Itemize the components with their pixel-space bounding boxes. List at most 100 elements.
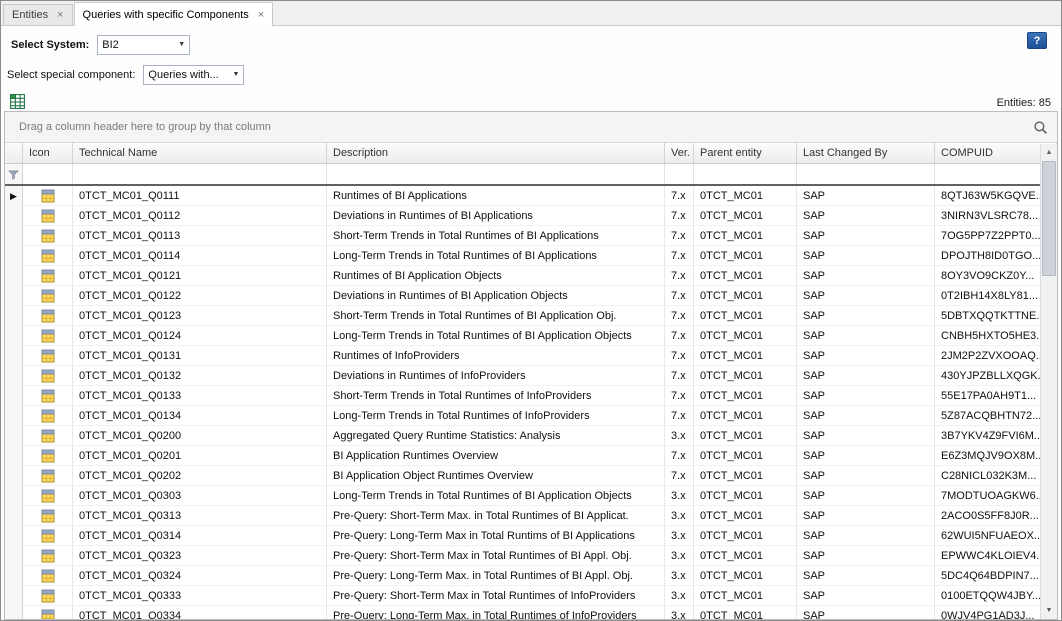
table-row[interactable]: ▶ 0TCT_MC01_Q0121 Runtimes of BI Applica… xyxy=(5,266,1057,286)
column-header-icon[interactable]: Icon xyxy=(23,143,73,163)
scroll-down-icon[interactable]: ▼ xyxy=(1041,602,1057,619)
row-icon-cell xyxy=(23,586,73,606)
tab-queries-close-icon[interactable]: × xyxy=(258,10,264,20)
row-indicator: ▶ xyxy=(5,226,23,246)
cell-technical-name: 0TCT_MC01_Q0200 xyxy=(73,426,327,446)
cell-compuid: 55E17PA0AH9T1... xyxy=(935,386,1057,406)
cell-description: Pre-Query: Short-Term Max in Total Runti… xyxy=(327,586,665,606)
row-indicator: ▶ xyxy=(5,426,23,446)
table-row[interactable]: ▶ 0TCT_MC01_Q0324 Pre-Query: Long-Term M… xyxy=(5,566,1057,586)
cell-technical-name: 0TCT_MC01_Q0201 xyxy=(73,446,327,466)
filter-cell-technical-name[interactable] xyxy=(73,164,327,184)
query-icon xyxy=(41,449,55,463)
table-row[interactable]: ▶ 0TCT_MC01_Q0201 BI Application Runtime… xyxy=(5,446,1057,466)
cell-version: 3.x xyxy=(665,526,694,546)
table-row[interactable]: ▶ 0TCT_MC01_Q0122 Deviations in Runtimes… xyxy=(5,286,1057,306)
system-combo[interactable]: BI2 ▼ xyxy=(97,35,190,55)
cell-parent-entity: 0TCT_MC01 xyxy=(694,366,797,386)
table-row[interactable]: ▶ 0TCT_MC01_Q0123 Short-Term Trends in T… xyxy=(5,306,1057,326)
cell-last-changed-by: SAP xyxy=(797,386,935,406)
table-row[interactable]: ▶ 0TCT_MC01_Q0334 Pre-Query: Long-Term M… xyxy=(5,606,1057,619)
filter-cell-compuid[interactable] xyxy=(935,164,1057,184)
tab-queries-label: Queries with specific Components xyxy=(83,9,249,21)
cell-compuid: 2ACO0S5FF8J0R... xyxy=(935,506,1057,526)
component-combo[interactable]: Queries with... ▼ xyxy=(143,65,244,85)
table-row[interactable]: ▶ 0TCT_MC01_Q0111 Runtimes of BI Applica… xyxy=(5,186,1057,206)
table-row[interactable]: ▶ 0TCT_MC01_Q0323 Pre-Query: Short-Term … xyxy=(5,546,1057,566)
table-row[interactable]: ▶ 0TCT_MC01_Q0134 Long-Term Trends in To… xyxy=(5,406,1057,426)
filter-funnel-icon xyxy=(8,169,19,180)
cell-version: 7.x xyxy=(665,226,694,246)
help-button[interactable]: ? xyxy=(1027,32,1047,49)
filter-cell-version[interactable] xyxy=(665,164,694,184)
column-header-compuid[interactable]: COMPUID xyxy=(935,143,1057,163)
column-header-parent-entity[interactable]: Parent entity xyxy=(694,143,797,163)
cell-parent-entity: 0TCT_MC01 xyxy=(694,286,797,306)
cell-description: Pre-Query: Long-Term Max in Total Runtim… xyxy=(327,526,665,546)
column-header-technical-name[interactable]: Technical Name xyxy=(73,143,327,163)
table-row[interactable]: ▶ 0TCT_MC01_Q0133 Short-Term Trends in T… xyxy=(5,386,1057,406)
query-icon xyxy=(41,289,55,303)
cell-parent-entity: 0TCT_MC01 xyxy=(694,446,797,466)
entities-count: Entities: 85 xyxy=(997,97,1051,109)
query-icon xyxy=(41,329,55,343)
table-row[interactable]: ▶ 0TCT_MC01_Q0131 Runtimes of InfoProvid… xyxy=(5,346,1057,366)
row-icon-cell xyxy=(23,366,73,386)
table-row[interactable]: ▶ 0TCT_MC01_Q0132 Deviations in Runtimes… xyxy=(5,366,1057,386)
column-header-version[interactable]: Ver. xyxy=(665,143,694,163)
table-row[interactable]: ▶ 0TCT_MC01_Q0202 BI Application Object … xyxy=(5,466,1057,486)
row-icon-cell xyxy=(23,546,73,566)
query-icon xyxy=(41,569,55,583)
tab-entities-close-icon[interactable]: × xyxy=(57,10,63,20)
cell-last-changed-by: SAP xyxy=(797,346,935,366)
tab-entities[interactable]: Entities × xyxy=(3,4,73,25)
filter-cell-description[interactable] xyxy=(327,164,665,184)
query-icon xyxy=(41,429,55,443)
query-icon xyxy=(41,189,55,203)
cell-last-changed-by: SAP xyxy=(797,546,935,566)
filter-cell-last-changed-by[interactable] xyxy=(797,164,935,184)
table-row[interactable]: ▶ 0TCT_MC01_Q0333 Pre-Query: Short-Term … xyxy=(5,586,1057,606)
tab-queries-with-components[interactable]: Queries with specific Components × xyxy=(74,2,274,26)
row-icon-cell xyxy=(23,226,73,246)
table-row[interactable]: ▶ 0TCT_MC01_Q0303 Long-Term Trends in To… xyxy=(5,486,1057,506)
table-row[interactable]: ▶ 0TCT_MC01_Q0314 Pre-Query: Long-Term M… xyxy=(5,526,1057,546)
export-excel-icon[interactable] xyxy=(9,93,27,111)
cell-version: 7.x xyxy=(665,326,694,346)
row-indicator: ▶ xyxy=(5,546,23,566)
scroll-up-icon[interactable]: ▲ xyxy=(1041,144,1057,161)
query-icon xyxy=(41,269,55,283)
filter-cell-parent-entity[interactable] xyxy=(694,164,797,184)
row-indicator: ▶ xyxy=(5,366,23,386)
table-row[interactable]: ▶ 0TCT_MC01_Q0112 Deviations in Runtimes… xyxy=(5,206,1057,226)
row-indicator: ▶ xyxy=(5,526,23,546)
cell-technical-name: 0TCT_MC01_Q0123 xyxy=(73,306,327,326)
cell-version: 7.x xyxy=(665,186,694,206)
cell-parent-entity: 0TCT_MC01 xyxy=(694,386,797,406)
table-row[interactable]: ▶ 0TCT_MC01_Q0114 Long-Term Trends in To… xyxy=(5,246,1057,266)
column-header-row: Icon Technical Name Description Ver. Par… xyxy=(5,143,1057,164)
scrollbar-thumb[interactable] xyxy=(1042,161,1056,276)
table-row[interactable]: ▶ 0TCT_MC01_Q0200 Aggregated Query Runti… xyxy=(5,426,1057,446)
row-icon-cell xyxy=(23,606,73,619)
search-button[interactable] xyxy=(1029,117,1051,138)
group-by-panel[interactable]: Drag a column header here to group by th… xyxy=(5,112,1057,143)
table-row[interactable]: ▶ 0TCT_MC01_Q0124 Long-Term Trends in To… xyxy=(5,326,1057,346)
data-grid: Drag a column header here to group by th… xyxy=(4,111,1058,620)
vertical-scrollbar[interactable]: ▲ ▼ xyxy=(1040,144,1057,619)
cell-compuid: C28NICL032K3M... xyxy=(935,466,1057,486)
cell-version: 7.x xyxy=(665,366,694,386)
column-header-last-changed-by[interactable]: Last Changed By xyxy=(797,143,935,163)
table-row[interactable]: ▶ 0TCT_MC01_Q0313 Pre-Query: Short-Term … xyxy=(5,506,1057,526)
query-icon xyxy=(41,409,55,423)
table-row[interactable]: ▶ 0TCT_MC01_Q0113 Short-Term Trends in T… xyxy=(5,226,1057,246)
cell-parent-entity: 0TCT_MC01 xyxy=(694,526,797,546)
cell-parent-entity: 0TCT_MC01 xyxy=(694,206,797,226)
group-by-panel-text: Drag a column header here to group by th… xyxy=(19,121,271,133)
filter-cell-icon[interactable] xyxy=(23,164,73,184)
cell-compuid: EPWWC4KLOIEV4... xyxy=(935,546,1057,566)
column-header-description[interactable]: Description xyxy=(327,143,665,163)
cell-last-changed-by: SAP xyxy=(797,226,935,246)
cell-last-changed-by: SAP xyxy=(797,466,935,486)
row-icon-cell xyxy=(23,286,73,306)
